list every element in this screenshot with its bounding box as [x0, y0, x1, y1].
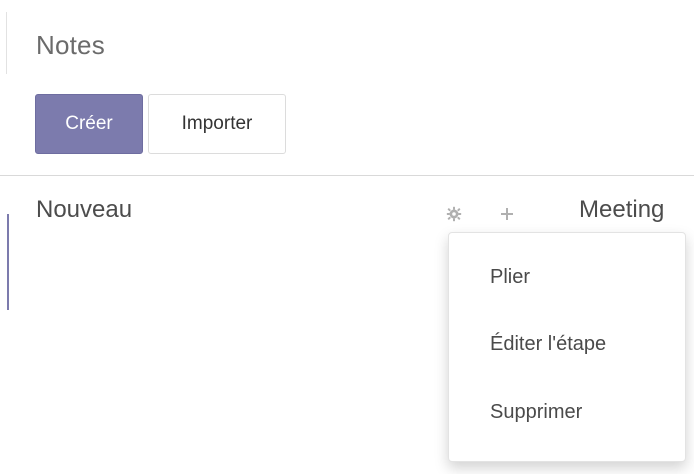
column-options-menu: Plier Éditer l'étape Supprimer [448, 232, 686, 462]
odoo-notes-page: Notes Créer Importer Nouveau Meeting Pli… [0, 0, 694, 474]
menu-item-delete[interactable]: Supprimer [490, 401, 582, 424]
page-title: Notes [36, 30, 105, 60]
plus-icon[interactable] [497, 204, 517, 224]
menu-item-edit-stage[interactable]: Éditer l'étape [490, 333, 606, 356]
control-panel-divider [0, 175, 694, 176]
gear-icon[interactable] [444, 204, 464, 224]
left-accent-bar [7, 214, 9, 310]
import-button[interactable]: Importer [148, 94, 286, 154]
column-title-nouveau: Nouveau [36, 196, 133, 223]
column-title-meeting: Meeting [579, 196, 665, 223]
menu-item-fold[interactable]: Plier [490, 266, 530, 289]
control-panel: Notes Créer Importer [0, 0, 694, 176]
create-button[interactable]: Créer [35, 94, 143, 154]
